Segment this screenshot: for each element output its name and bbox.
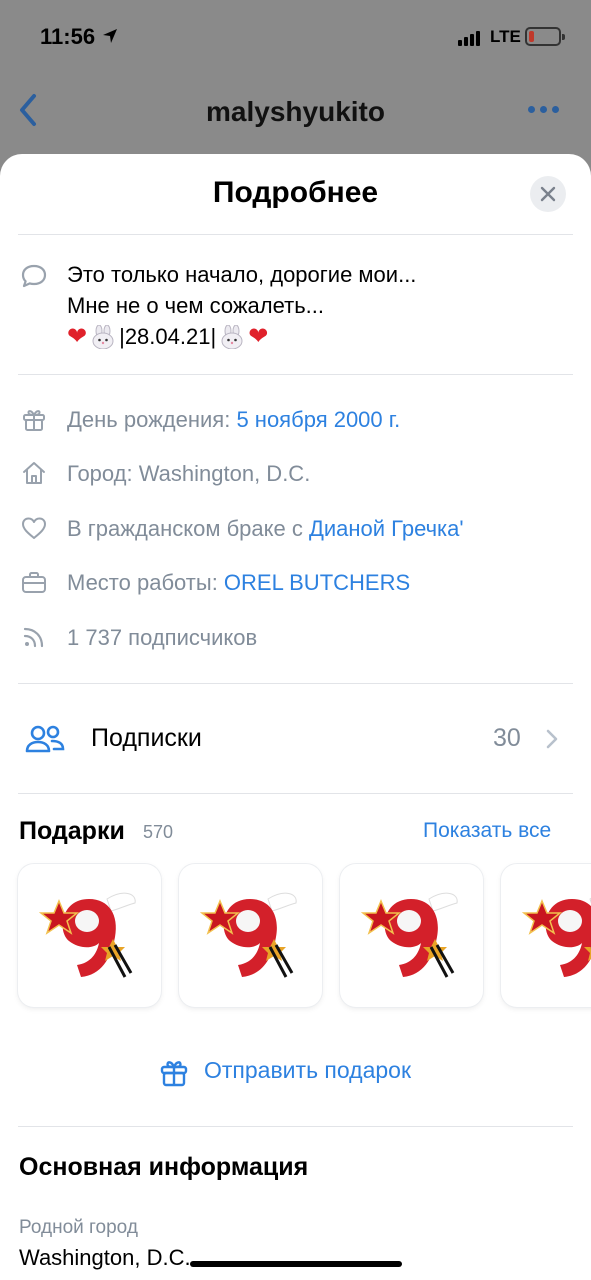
- send-gift-button[interactable]: Отправить подарок: [0, 1010, 591, 1126]
- info-list: День рождения: 5 ноября 2000 г. Город: W…: [0, 375, 591, 683]
- status-time: 11:56: [40, 24, 96, 49]
- gifts-count: 570: [143, 822, 174, 842]
- gift-icon: [160, 1061, 188, 1087]
- status-text: Это только начало, дорогие мои... Мне не…: [67, 259, 416, 352]
- city-row: Город: Washington, D.C.: [0, 453, 591, 493]
- subscriptions-count: 30: [493, 724, 521, 752]
- status-bar: 11:56 LTE: [0, 0, 591, 76]
- main-info-title: Основная информация: [19, 1153, 309, 1181]
- gifts-strip: [0, 864, 591, 1010]
- hometown-label: Родной город: [19, 1217, 138, 1238]
- status-line-3: ❤ |28.04.21| ❤: [67, 321, 416, 352]
- speech-bubble-icon: [21, 264, 47, 288]
- work-link[interactable]: OREL BUTCHERS: [224, 570, 410, 595]
- gift-card[interactable]: [340, 864, 483, 1007]
- details-sheet: Подробнее Это только начало, дорогие мои…: [0, 154, 591, 1280]
- hometown-value: Washington, D.C.: [19, 1245, 191, 1270]
- subscriptions-row[interactable]: Подписки 30: [0, 684, 591, 793]
- heart-emoji-icon: ❤: [248, 323, 269, 350]
- birthday-row: День рождения: 5 ноября 2000 г.: [0, 399, 591, 439]
- gifts-title: Подарки: [19, 817, 125, 845]
- bunny-emoji-icon: [92, 324, 114, 349]
- status-block: Это только начало, дорогие мои... Мне не…: [0, 235, 591, 374]
- status-line-1: Это только начало, дорогие мои...: [67, 262, 417, 287]
- followers-count: 1 737 подписчиков: [67, 625, 258, 650]
- location-arrow-icon: [103, 29, 117, 43]
- home-indicator: [190, 1261, 402, 1267]
- work-row: Место работы: OREL BUTCHERS: [0, 562, 591, 602]
- partner-link[interactable]: Дианой Гречка': [309, 516, 464, 541]
- rss-icon: [23, 627, 44, 648]
- subscriptions-label: Подписки: [91, 724, 202, 752]
- gifts-header: Подарки 570 Показать все: [0, 794, 591, 864]
- bunny-emoji-icon: [221, 324, 243, 349]
- gift-victory-nine-icon: [360, 892, 458, 983]
- close-icon: [540, 186, 556, 202]
- birthday-link[interactable]: 5 ноября 2000 г.: [236, 407, 400, 432]
- sheet-header: Подробнее: [0, 154, 591, 234]
- gift-icon: [23, 410, 45, 431]
- home-icon: [23, 462, 45, 484]
- users-icon: [25, 725, 65, 753]
- gift-victory-nine-icon: [521, 897, 591, 983]
- gift-card[interactable]: [179, 864, 322, 1007]
- gift-card[interactable]: [501, 864, 591, 1007]
- top-navbar: malyshyukito: [0, 80, 591, 142]
- send-gift-label: Отправить подарок: [204, 1057, 412, 1083]
- briefcase-icon: [22, 572, 46, 593]
- heart-emoji-icon: ❤: [67, 323, 88, 350]
- status-date: |28.04.21|: [119, 324, 217, 349]
- gift-card[interactable]: [18, 864, 161, 1007]
- sheet-title: Подробнее: [212, 176, 379, 209]
- gift-victory-nine-icon: [38, 892, 136, 983]
- heart-icon: [22, 517, 46, 539]
- birthday-label: День рождения:: [67, 407, 237, 432]
- work-label: Место работы:: [67, 570, 224, 595]
- gift-victory-nine-icon: [199, 892, 297, 983]
- followers-row[interactable]: 1 737 подписчиков: [0, 617, 591, 657]
- more-dots-icon[interactable]: [528, 106, 559, 113]
- close-button[interactable]: [530, 176, 566, 212]
- show-all-gifts-button[interactable]: Показать все: [423, 819, 551, 843]
- main-info-section: Основная информация Родной город Washing…: [0, 1127, 591, 1277]
- network-label: LTE: [490, 27, 521, 46]
- relationship-row: В гражданском браке с Дианой Гречка': [0, 508, 591, 548]
- page-title: malyshyukito: [206, 96, 385, 127]
- battery-icon: [525, 27, 565, 46]
- city-label: Город: Washington, D.C.: [67, 461, 311, 486]
- signal-icon: [458, 30, 480, 46]
- status-line-2: Мне не о чем сожалеть...: [67, 293, 325, 318]
- relationship-label: В гражданском браке с: [67, 516, 309, 541]
- chevron-right-icon: [546, 729, 558, 749]
